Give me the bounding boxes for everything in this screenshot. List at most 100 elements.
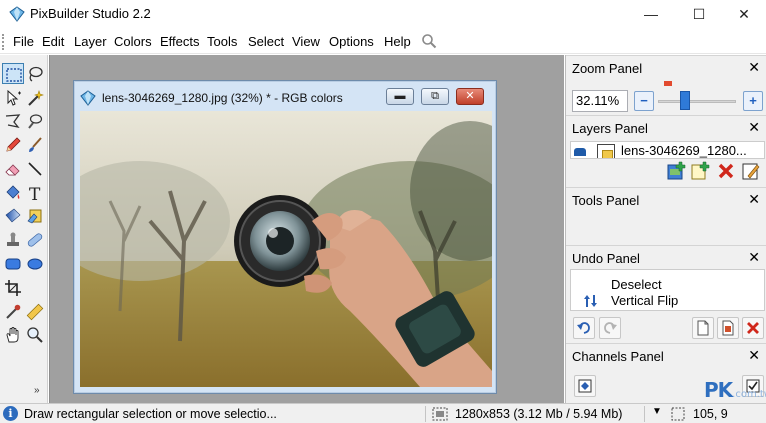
menu-colors[interactable]: Colors [114, 34, 152, 49]
image-canvas[interactable] [80, 111, 492, 387]
paint-brush-icon [29, 137, 42, 152]
maximize-button[interactable]: ☐ [676, 0, 722, 28]
zoom-in-button[interactable]: + [743, 91, 763, 111]
rectangular-selection-tool[interactable] [2, 63, 24, 84]
eraser-tool[interactable] [2, 158, 24, 179]
pencil-tool[interactable] [2, 134, 24, 155]
layers-panel-header: Layers Panel ✕ [566, 115, 766, 139]
document-minimize-button[interactable]: ▬ [386, 88, 414, 105]
channel-selection-button[interactable] [574, 375, 596, 397]
toolbox-more-chevron-icon[interactable]: » [34, 385, 40, 396]
brush-tool[interactable] [24, 134, 46, 155]
redo-button[interactable] [599, 317, 621, 339]
zoom-tool[interactable] [24, 324, 46, 345]
undo-item-vertical-flip[interactable]: Vertical Flip [611, 293, 678, 308]
layers-panel-title: Layers Panel [572, 121, 648, 136]
layer-properties-icon[interactable] [741, 161, 761, 181]
status-bar: i Draw rectangular selection or move sel… [0, 403, 766, 423]
undo-history-list: Deselect Vertical Flip [570, 269, 765, 311]
document-window[interactable]: lens-3046269_1280.jpg (32%) * - RGB colo… [73, 80, 497, 394]
crop-tool[interactable] [2, 277, 24, 298]
move-tool[interactable] [2, 87, 24, 108]
eyedropper-tool[interactable] [2, 301, 24, 322]
window-title: PixBuilder Studio 2.2 [30, 6, 151, 21]
measure-tool[interactable] [24, 301, 46, 322]
healing-tool[interactable] [24, 229, 46, 250]
ellipse-icon [27, 258, 43, 270]
zoom-marker-icon [664, 81, 672, 86]
undo-panel-title: Undo Panel [572, 251, 640, 266]
color-fill-tool[interactable] [24, 205, 46, 226]
menu-select[interactable]: Select [248, 34, 284, 49]
tools-panel-title: Tools Panel [572, 193, 640, 208]
tools-panel-close-icon[interactable]: ✕ [748, 191, 760, 208]
undo-arrow-icon [577, 322, 590, 334]
rect-select-icon [6, 68, 22, 82]
ellipse-shape-tool[interactable] [24, 253, 46, 274]
magic-wand-tool[interactable] [24, 87, 46, 108]
undo-new-document-button[interactable] [692, 317, 714, 339]
gradient-icon [5, 208, 21, 223]
menu-help[interactable]: Help [384, 34, 411, 49]
vertical-flip-icon [584, 295, 597, 307]
zoom-slider-track[interactable] [658, 100, 736, 103]
eyedropper-icon [6, 304, 21, 319]
minimize-button[interactable]: — [628, 0, 674, 28]
undo-panel-close-icon[interactable]: ✕ [748, 249, 760, 266]
lens-photo [80, 111, 492, 387]
document-title: lens-3046269_1280.jpg (32%) * - RGB colo… [102, 91, 343, 105]
delete-layer-icon[interactable] [716, 161, 736, 181]
lasso-tool[interactable] [24, 63, 46, 84]
menu-options[interactable]: Options [329, 34, 374, 49]
stamp-icon [7, 232, 19, 246]
rectangle-shape-tool[interactable] [2, 253, 24, 274]
dropdown-arrow-icon[interactable]: ▼ [652, 406, 662, 417]
eraser-icon [5, 164, 20, 176]
zoom-out-button[interactable]: − [634, 91, 654, 111]
menu-grip-handle[interactable] [2, 34, 6, 50]
close-button[interactable]: ✕ [721, 0, 766, 28]
hand-tool[interactable] [2, 324, 24, 345]
close-icon: ✕ [465, 90, 475, 102]
text-t-icon: T [29, 185, 41, 202]
watermark-brand: PK [704, 378, 733, 402]
undo-snapshot-button[interactable] [717, 317, 739, 339]
polygonal-lasso-tool[interactable] [2, 110, 24, 131]
line-tool[interactable] [24, 158, 46, 179]
menu-effects[interactable]: Effects [160, 34, 200, 49]
cursor-coordinates: 105, 9 [693, 407, 728, 421]
menu-view[interactable]: View [292, 34, 320, 49]
menu-edit[interactable]: Edit [42, 34, 64, 49]
zoom-value-field[interactable]: 32.11% [572, 90, 628, 112]
zoom-panel-close-icon[interactable]: ✕ [748, 59, 760, 76]
new-layer-from-image-icon[interactable] [666, 161, 686, 181]
move-arrow-icon [7, 89, 21, 106]
undo-delete-button[interactable] [742, 317, 764, 339]
panels-dock: Zoom Panel ✕ 32.11% − + Layers Panel ✕ l… [565, 55, 766, 403]
menu-layer[interactable]: Layer [74, 34, 107, 49]
new-layer-icon[interactable] [690, 161, 710, 181]
document-restore-button[interactable]: ⧉ [421, 88, 449, 105]
watermark-suffix: .com.tw [732, 389, 766, 400]
clone-stamp-tool[interactable] [2, 229, 24, 250]
status-separator [425, 406, 426, 422]
zoom-slider-thumb[interactable] [680, 91, 690, 110]
undo-button[interactable] [573, 317, 595, 339]
menu-file[interactable]: File [13, 34, 34, 49]
image-dimensions: 1280x853 (3.12 Mb / 5.94 Mb) [455, 407, 623, 421]
text-tool[interactable]: T [24, 182, 46, 203]
lasso-brush-tool[interactable] [24, 110, 46, 131]
layers-panel-close-icon[interactable]: ✕ [748, 119, 760, 136]
undo-item-deselect[interactable]: Deselect [611, 277, 662, 292]
layer-row[interactable]: lens-3046269_1280... [571, 142, 764, 158]
search-icon[interactable] [421, 33, 437, 49]
gradient-tool[interactable] [2, 205, 24, 226]
channels-panel-close-icon[interactable]: ✕ [748, 347, 760, 364]
layer-visibility-icon[interactable] [574, 148, 586, 156]
new-document-icon [697, 320, 709, 336]
ruler-icon [26, 303, 44, 321]
paint-bucket-tool[interactable] [2, 182, 24, 203]
menu-tools[interactable]: Tools [207, 34, 237, 49]
document-close-button[interactable]: ✕ [456, 88, 484, 105]
pencil-icon [6, 137, 21, 152]
